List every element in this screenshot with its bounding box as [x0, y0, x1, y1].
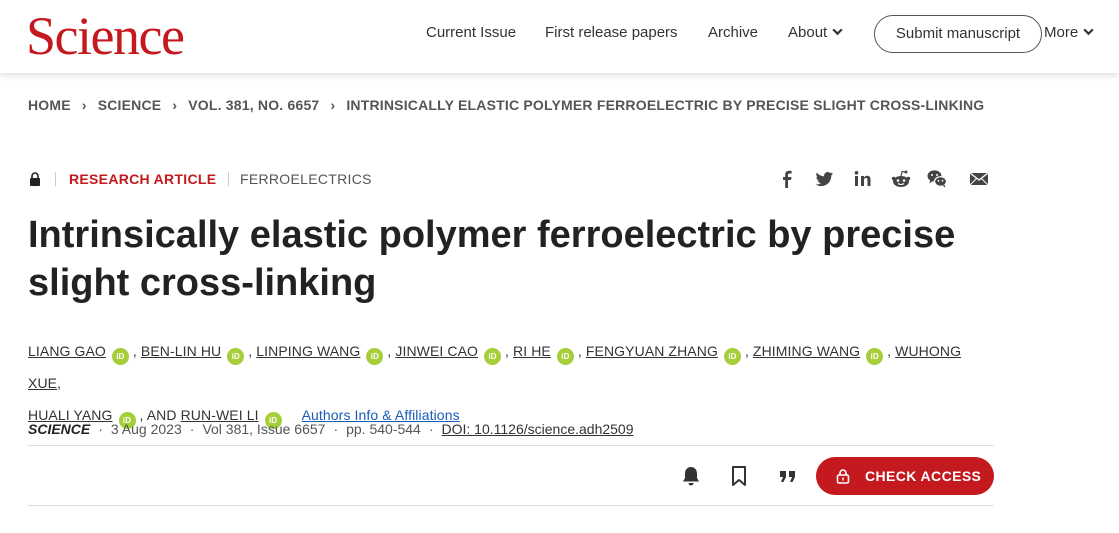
author-link[interactable]: JINWEI CAO — [395, 343, 478, 359]
nav-about[interactable]: About — [788, 24, 844, 41]
article-topic[interactable]: FERROELECTRICS — [240, 171, 372, 187]
breadcrumb-home[interactable]: HOME — [28, 97, 71, 113]
orcid-icon[interactable]: iD — [366, 348, 384, 365]
divider — [28, 505, 994, 506]
nav-more[interactable]: More — [1044, 24, 1095, 41]
nav-first-release-papers[interactable]: First release papers — [545, 24, 678, 41]
breadcrumb: HOME › SCIENCE › VOL. 381, NO. 6657 › INTRINSI… — [28, 97, 984, 113]
chevron-down-icon — [1083, 28, 1094, 36]
science-logo[interactable]: Science — [26, 6, 185, 66]
linkedin-icon[interactable] — [852, 168, 874, 190]
author-link[interactable]: BEN-LIN HU — [141, 343, 221, 359]
check-access-label: CHECK ACCESS — [865, 468, 982, 484]
orcid-icon[interactable]: iD — [723, 348, 741, 365]
divider — [55, 172, 56, 186]
email-icon[interactable] — [968, 168, 990, 190]
chevron-down-icon — [832, 28, 843, 36]
pub-date: 3 Aug 2023 — [110, 421, 182, 437]
separator-dot: · — [428, 421, 434, 437]
nav-about-label: About — [788, 24, 828, 41]
site-header: Science Current Issue First release pape… — [0, 0, 1119, 73]
orcid-icon[interactable]: iD — [111, 348, 129, 365]
facebook-icon[interactable] — [776, 168, 798, 190]
bookmark-icon[interactable] — [727, 464, 751, 488]
check-access-button[interactable]: CHECK ACCESS — [816, 457, 994, 495]
author-link[interactable]: LINPING WANG — [256, 343, 360, 359]
author-link[interactable]: FENGYUAN ZHANG — [586, 343, 718, 359]
chevron-right-icon: › — [81, 97, 87, 113]
doi-link[interactable]: DOI: 10.1126/science.adh2509 — [442, 421, 634, 437]
author-link[interactable]: ZHIMING WANG — [753, 343, 860, 359]
nav-archive[interactable]: Archive — [708, 24, 758, 41]
page-range: pp. 540-544 — [346, 421, 421, 437]
submit-manuscript-button[interactable]: Submit manuscript — [874, 15, 1042, 53]
separator-dot: · — [189, 421, 195, 437]
breadcrumb-volume[interactable]: VOL. 381, NO. 6657 — [188, 97, 319, 113]
author-list: LIANG GAO iD, BEN-LIN HU iD, LINPING WANG i… — [28, 335, 988, 431]
separator-dot: · — [98, 421, 103, 437]
author-link[interactable]: LIANG GAO — [28, 343, 106, 359]
twitter-icon[interactable] — [813, 168, 835, 190]
orcid-icon[interactable]: iD — [227, 348, 245, 365]
author-link[interactable]: RI HE — [513, 343, 551, 359]
article-type[interactable]: RESEARCH ARTICLE — [69, 171, 216, 187]
nav-more-label: More — [1044, 24, 1079, 41]
divider — [228, 172, 229, 186]
separator-dot: · — [333, 421, 339, 437]
bell-icon[interactable] — [679, 464, 703, 488]
reddit-icon[interactable] — [890, 168, 912, 190]
orcid-icon[interactable]: iD — [556, 348, 574, 365]
orcid-icon[interactable]: iD — [866, 348, 884, 365]
wechat-icon[interactable] — [926, 168, 948, 190]
divider — [28, 445, 994, 446]
breadcrumb-science[interactable]: SCIENCE — [98, 97, 162, 113]
quote-icon[interactable] — [776, 464, 800, 488]
nav-current-issue[interactable]: Current Issue — [426, 24, 516, 41]
journal-name[interactable]: SCIENCE — [28, 421, 90, 437]
article-title: Intrinsically elastic polymer ferroelect… — [28, 214, 956, 304]
orcid-icon[interactable]: iD — [484, 348, 502, 365]
chevron-right-icon: › — [330, 97, 336, 113]
lock-icon — [30, 172, 40, 186]
chevron-right-icon: › — [172, 97, 178, 113]
volume-issue: Vol 381, Issue 6657 — [202, 421, 326, 437]
breadcrumb-current: INTRINSICALLY ELASTIC POLYMER FERROELECT… — [346, 97, 985, 113]
citation-line: SCIENCE · 3 Aug 2023 · Vol 381, Issue 6657 · p… — [28, 421, 634, 437]
lock-icon — [836, 469, 850, 484]
